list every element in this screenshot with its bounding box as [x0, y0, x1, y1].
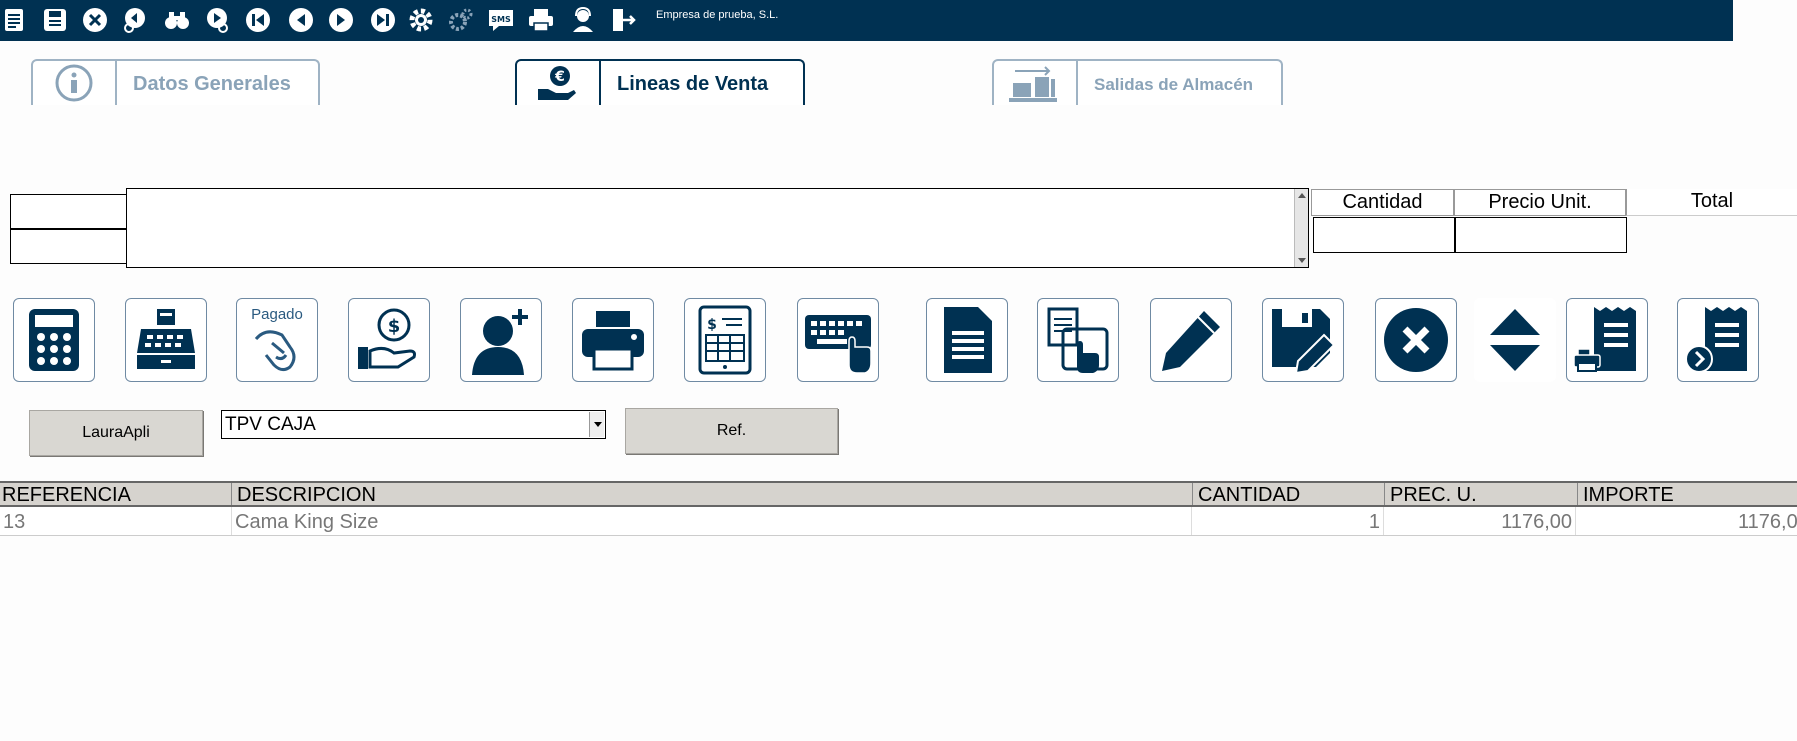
cell-prec-u: 1176,00 [1384, 507, 1576, 535]
tab-label: Datos Generales [133, 73, 291, 95]
description-scrollbar[interactable] [1294, 189, 1308, 267]
app-window: SMS Empresa de prueba, S.L. Datos Genera… [0, 0, 1797, 741]
svg-text:$: $ [388, 316, 401, 337]
keyboard-touch-icon [805, 315, 872, 374]
calculator-button[interactable] [13, 298, 95, 382]
tab-datos-generales[interactable]: Datos Generales [31, 59, 320, 105]
grid-header: REFERENCIA DESCRIPCION CANTIDAD PREC. U.… [0, 481, 1797, 507]
tab-icon-box: € [517, 61, 601, 105]
cell-referencia: 13 [0, 507, 232, 535]
settings-icon[interactable] [406, 5, 436, 35]
previous-icon[interactable] [286, 5, 316, 35]
cash-register-button[interactable] [125, 298, 207, 382]
chevron-down-icon[interactable] [589, 412, 604, 437]
send-ticket-button[interactable] [1677, 298, 1759, 382]
scroll-down-icon[interactable] [1298, 258, 1306, 263]
document-button[interactable] [926, 298, 1008, 382]
info-icon [55, 64, 93, 102]
save-icon[interactable] [40, 5, 70, 35]
warehouse-forklift-icon [1009, 66, 1057, 102]
receipt-next-icon [1685, 307, 1747, 373]
tab-label: Salidas de Almacén [1094, 75, 1254, 94]
ref-button[interactable]: Ref. [625, 408, 838, 454]
cancel-button[interactable] [1375, 298, 1457, 382]
cell-descripcion: Cama King Size [232, 507, 1192, 535]
paid-hand-icon: Pagado [251, 306, 303, 372]
keyboard-button[interactable] [797, 298, 879, 382]
tab-icon-box [994, 61, 1078, 105]
company-name: Empresa de prueba, S.L. [656, 9, 779, 21]
terminal-select[interactable]: TPV CAJA [221, 410, 606, 439]
table-row[interactable]: 13 Cama King Size 1 1176,00 1176,00 [0, 507, 1797, 536]
calculator-icon [29, 309, 79, 371]
print-ticket-button[interactable] [1566, 298, 1648, 382]
toolbar-end [1733, 0, 1797, 41]
print-receipt-icon [1573, 307, 1636, 372]
invoice-tablet-button[interactable]: $ [684, 298, 766, 382]
save-edit-button[interactable] [1262, 298, 1344, 382]
terminal-select-value: TPV CAJA [225, 414, 316, 435]
support-icon[interactable] [568, 5, 598, 35]
pagado-button[interactable]: Pagado [236, 298, 318, 382]
svg-text:Pagado: Pagado [251, 306, 303, 323]
invoice-tablet-icon: $ [698, 305, 752, 375]
document-tablet-button[interactable] [1037, 298, 1119, 382]
reference-input[interactable] [10, 194, 128, 229]
sms-icon[interactable]: SMS [486, 5, 516, 35]
next-icon[interactable] [326, 5, 356, 35]
first-icon[interactable] [243, 5, 273, 35]
precio-unit-input[interactable] [1455, 217, 1627, 253]
tab-label: Lineas de Venta [617, 73, 769, 95]
tab-icon-box [33, 61, 117, 105]
reference-input-2[interactable] [10, 229, 128, 264]
col-cantidad[interactable]: CANTIDAD [1196, 483, 1385, 505]
user-button[interactable]: LauraApli [29, 410, 203, 456]
svg-text:€: € [554, 69, 565, 85]
col-descripcion[interactable]: DESCRIPCION [235, 483, 1193, 505]
dollar-hand-icon: $ [358, 308, 416, 369]
scroll-up-icon[interactable] [1298, 193, 1306, 198]
svg-text:SMS: SMS [491, 15, 511, 24]
save-edit-icon [1272, 309, 1336, 375]
document-list-icon[interactable] [0, 5, 30, 35]
euro-hand-icon: € [538, 66, 576, 100]
header-total: Total [1626, 189, 1797, 216]
print-icon[interactable] [526, 5, 556, 35]
last-icon[interactable] [368, 5, 398, 35]
play-search-icon[interactable] [202, 5, 232, 35]
svg-text:$: $ [707, 317, 717, 333]
printer-icon [582, 311, 644, 371]
top-toolbar: SMS Empresa de prueba, S.L. [0, 0, 1797, 41]
cell-cantidad: 1 [1192, 507, 1384, 535]
cell-importe: 1176,00 [1738, 511, 1797, 533]
header-precio-unit: Precio Unit. [1454, 189, 1626, 216]
cantidad-input[interactable] [1313, 217, 1455, 253]
payment-button[interactable]: $ [348, 298, 430, 382]
col-prec-u[interactable]: PREC. U. [1388, 483, 1578, 505]
edit-button[interactable] [1150, 298, 1232, 382]
up-down-icon [1490, 309, 1540, 371]
document-touch-icon [1047, 307, 1109, 373]
pencil-icon [1162, 311, 1220, 371]
close-icon[interactable] [80, 5, 110, 35]
back-search-icon[interactable] [120, 5, 150, 35]
add-user-icon [472, 309, 528, 375]
settings-alt-icon[interactable] [446, 5, 476, 35]
tab-lineas-de-venta[interactable]: € Lineas de Venta [515, 59, 805, 105]
tab-salidas-de-almacen[interactable]: Salidas de Almacén [992, 59, 1283, 105]
description-textarea[interactable] [126, 188, 1309, 268]
col-referencia[interactable]: REFERENCIA [0, 483, 232, 505]
binoculars-icon[interactable] [162, 5, 192, 35]
add-client-button[interactable] [460, 298, 542, 382]
reorder-button[interactable] [1474, 298, 1556, 382]
col-importe[interactable]: IMPORTE [1581, 483, 1797, 505]
header-cantidad: Cantidad [1311, 189, 1454, 216]
exit-icon[interactable] [608, 5, 638, 35]
cancel-icon [1384, 308, 1448, 372]
cash-register-icon [137, 309, 195, 369]
document-icon [944, 307, 992, 373]
print-button[interactable] [572, 298, 654, 382]
